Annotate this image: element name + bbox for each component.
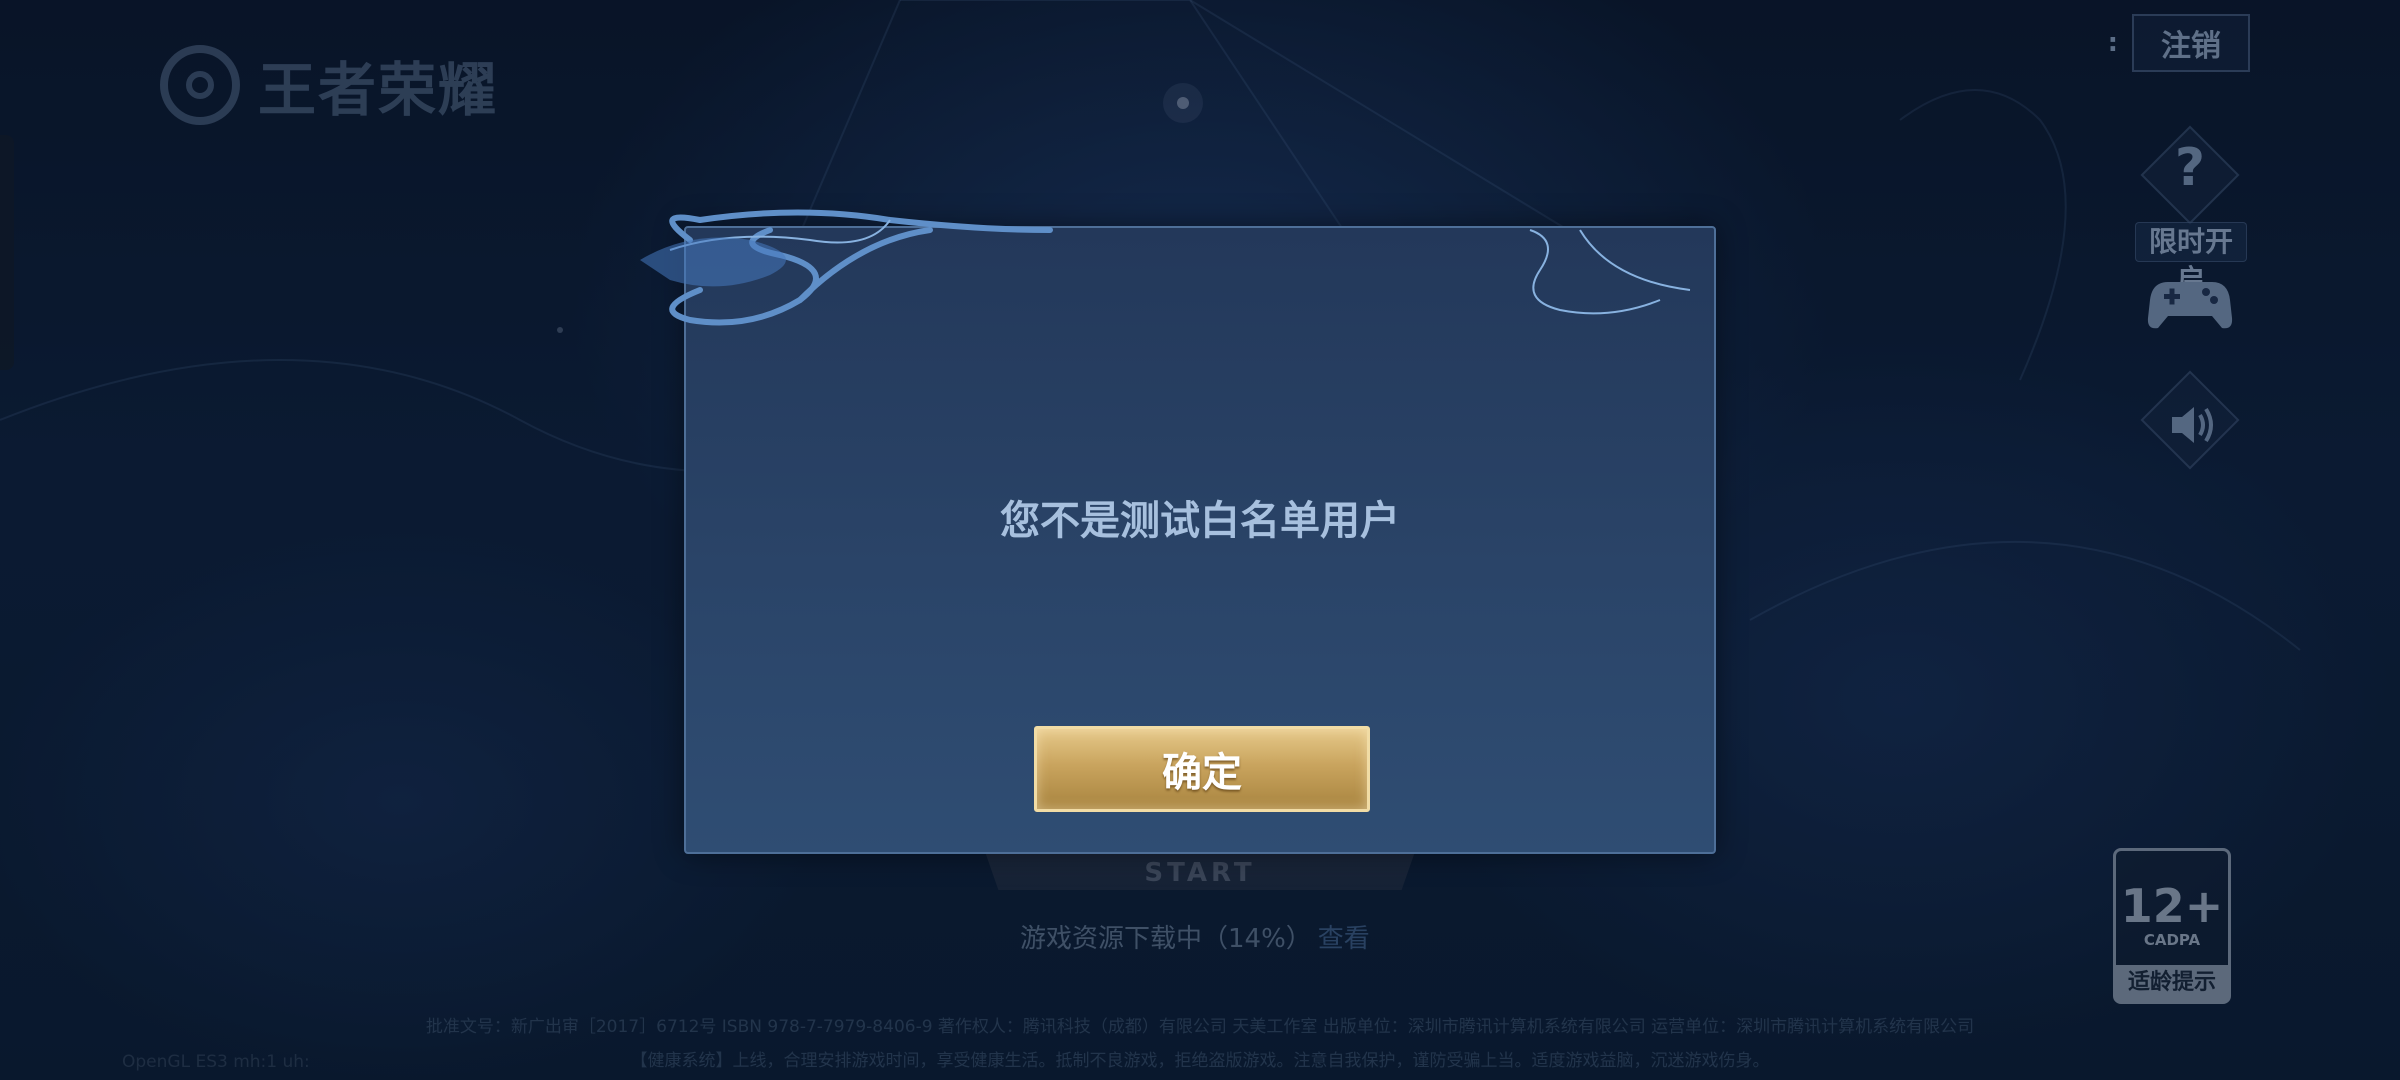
dialog-message: 您不是测试白名单用户 bbox=[1000, 498, 1400, 544]
confirm-button[interactable]: 确定 bbox=[1034, 726, 1370, 812]
alert-dialog: 您不是测试白名单用户 确定 bbox=[684, 226, 1716, 854]
